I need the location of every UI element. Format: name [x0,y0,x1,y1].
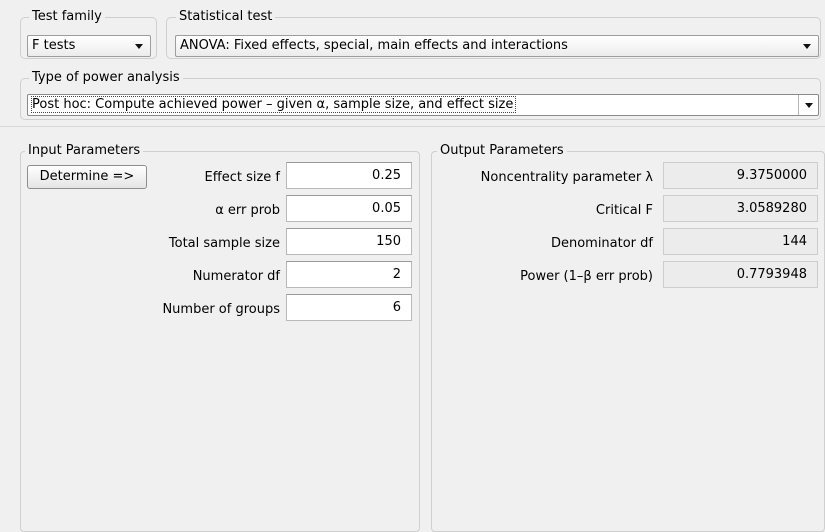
determine-button[interactable]: Determine => [27,165,147,189]
effect-size-label: Effect size f [204,170,280,185]
chevron-down-icon [803,44,811,49]
denominator-df-value: 144 [663,228,818,255]
noncentrality-parameter-value: 9.3750000 [663,162,818,189]
numerator-df-label: Numerator df [192,269,280,284]
input-parameters-legend: Input Parameters [25,143,144,159]
statistical-test-select[interactable]: ANOVA: Fixed effects, special, main effe… [175,35,819,57]
statistical-test-value: ANOVA: Fixed effects, special, main effe… [180,38,568,53]
total-sample-size-label: Total sample size [168,236,280,251]
number-of-groups-label: Number of groups [162,302,280,317]
critical-f-label: Critical F [595,203,653,218]
section-divider [0,126,825,127]
gpower-window: Test family F tests Statistical test ANO… [0,0,825,532]
numerator-df-field[interactable]: 2 [286,261,412,288]
critical-f-value: 3.0589280 [663,195,818,222]
denominator-df-label: Denominator df [550,236,653,251]
output-parameters-legend: Output Parameters [437,143,567,159]
test-family-select[interactable]: F tests [27,35,151,57]
alpha-err-prob-label: α err prob [215,203,280,218]
chevron-down-icon [805,103,813,108]
noncentrality-parameter-label: Noncentrality parameter λ [480,170,653,185]
effect-size-field[interactable]: 0.25 [286,162,412,189]
chevron-down-icon [135,44,143,49]
power-analysis-value: Post hoc: Compute achieved power – given… [30,96,517,113]
alpha-err-prob-field[interactable]: 0.05 [286,195,412,222]
number-of-groups-field[interactable]: 6 [286,294,412,321]
power-analysis-select[interactable]: Post hoc: Compute achieved power – given… [27,94,819,116]
power-value: 0.7793948 [663,261,818,288]
statistical-test-legend: Statistical test [176,9,276,25]
test-family-value: F tests [32,38,76,53]
test-family-legend: Test family [29,9,105,25]
total-sample-size-field[interactable]: 150 [286,228,412,255]
power-label: Power (1–β err prob) [520,269,653,284]
power-analysis-legend: Type of power analysis [29,70,183,86]
dropdown-button[interactable] [798,95,818,115]
